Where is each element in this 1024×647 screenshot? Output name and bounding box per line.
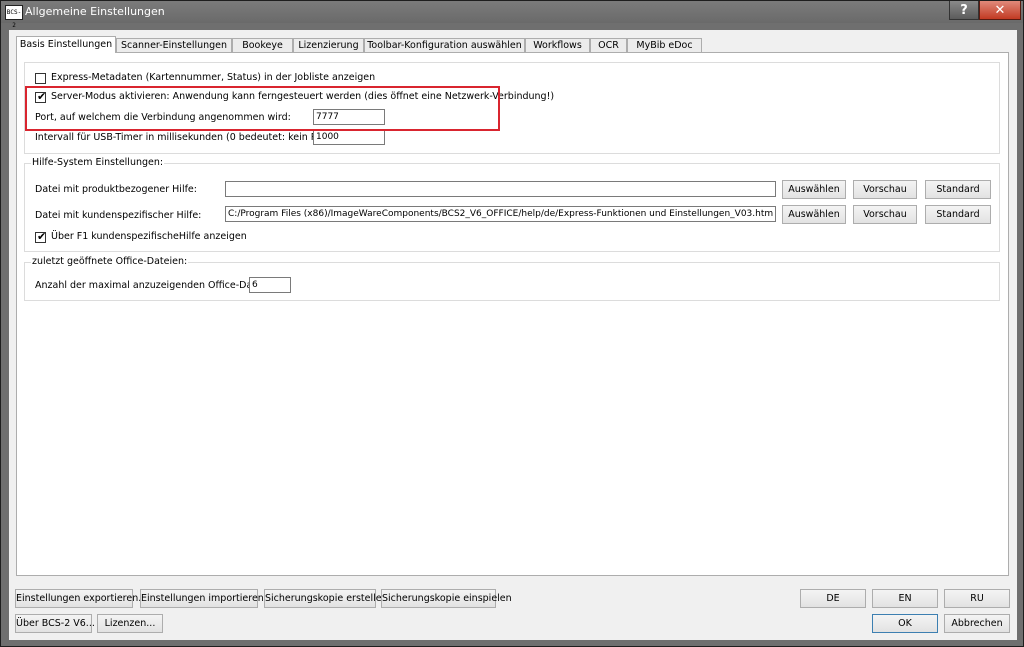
restore-backup-button[interactable]: Sicherungskopie einspielen: [381, 589, 512, 608]
language-en-button[interactable]: EN: [872, 589, 938, 608]
cancel-button[interactable]: Abbrechen: [944, 614, 1010, 633]
express-metadata-checkbox[interactable]: [35, 73, 46, 84]
ok-button[interactable]: OK: [872, 614, 938, 633]
export-settings-button[interactable]: Einstellungen exportieren...: [15, 589, 147, 608]
app-icon: BCS-2: [5, 5, 23, 29]
tab-mybib-edoc[interactable]: MyBib eDoc: [627, 38, 702, 52]
language-de-button[interactable]: DE: [800, 589, 866, 608]
create-backup-button[interactable]: Sicherungskopie erstellen: [264, 589, 388, 608]
max-office-files-input[interactable]: 6: [249, 277, 291, 293]
tab-pane-basis: Express-Metadaten (Kartennummer, Status)…: [16, 52, 1009, 576]
usb-timer-input[interactable]: 1000: [313, 129, 385, 145]
import-settings-button[interactable]: Einstellungen importieren...: [140, 589, 273, 608]
product-help-input[interactable]: [225, 181, 776, 197]
language-ru-button[interactable]: RU: [944, 589, 1010, 608]
tab-bookeye[interactable]: Bookeye: [232, 38, 293, 52]
title-bar[interactable]: BCS-2 Allgemeine Einstellungen ? ✕: [1, 1, 1023, 29]
tab-workflows[interactable]: Workflows: [525, 38, 590, 52]
max-office-files-label: Anzahl der maximal anzuzeigenden Office-…: [35, 280, 280, 291]
product-help-label: Datei mit produktbezogener Hilfe:: [35, 184, 197, 195]
customer-help-label: Datei mit kundenspezifischer Hilfe:: [35, 210, 202, 221]
settings-window: BCS-2 Allgemeine Einstellungen ? ✕ Basis…: [0, 0, 1024, 647]
customer-help-preview-button[interactable]: Vorschau: [853, 205, 917, 224]
tab-ocr[interactable]: OCR: [590, 38, 627, 52]
dialog-client: Basis Einstellungen Scanner-Einstellunge…: [9, 30, 1017, 640]
tab-toolbar-konfiguration[interactable]: Toolbar-Konfiguration auswählen: [364, 38, 525, 52]
customer-help-select-button[interactable]: Auswählen: [782, 205, 846, 224]
licenses-button[interactable]: Lizenzen...: [97, 614, 163, 633]
product-help-select-button[interactable]: Auswählen: [782, 180, 846, 199]
customer-help-standard-button[interactable]: Standard: [925, 205, 991, 224]
customer-help-input[interactable]: C:/Program Files (x86)/ImageWareComponen…: [225, 206, 776, 222]
f1-help-label: Über F1 kundenspezifischeHilfe anzeigen: [51, 231, 247, 242]
help-system-group: Hilfe-System Einstellungen: Datei mit pr…: [24, 157, 1000, 252]
product-help-standard-button[interactable]: Standard: [925, 180, 991, 199]
office-files-title: zuletzt geöffnete Office-Dateien:: [31, 256, 189, 267]
close-button[interactable]: ✕: [979, 1, 1021, 20]
f1-help-checkbox[interactable]: ✔: [35, 230, 47, 243]
product-help-preview-button[interactable]: Vorschau: [853, 180, 917, 199]
tab-lizenzierung[interactable]: Lizenzierung: [293, 38, 364, 52]
tab-scanner-einstellungen[interactable]: Scanner-Einstellungen: [116, 38, 232, 52]
highlight-frame: [25, 86, 500, 131]
help-system-title: Hilfe-System Einstellungen:: [31, 157, 165, 168]
help-button[interactable]: ?: [949, 1, 979, 20]
tab-basis-einstellungen[interactable]: Basis Einstellungen: [16, 36, 116, 53]
office-files-group: zuletzt geöffnete Office-Dateien: Anzahl…: [24, 256, 1000, 301]
window-title: Allgemeine Einstellungen: [25, 5, 165, 18]
usb-timer-label: Intervall für USB-Timer in millisekunden…: [35, 132, 349, 143]
express-metadata-label: Express-Metadaten (Kartennummer, Status)…: [51, 72, 376, 83]
checkmark-icon: ✔: [37, 230, 47, 243]
about-button[interactable]: Über BCS-2 V6...: [15, 614, 95, 633]
